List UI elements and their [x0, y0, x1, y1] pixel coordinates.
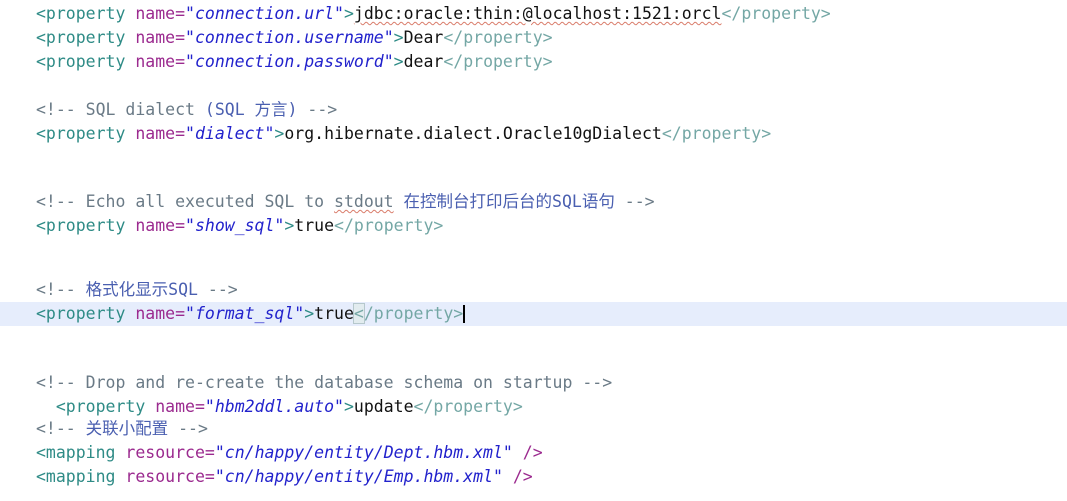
xml-gt: >	[393, 28, 404, 47]
xml-close-tag: /property>	[363, 304, 464, 323]
xml-attribute-name: resource=	[125, 467, 215, 486]
xml-attribute-name: name=	[135, 124, 186, 143]
spellcheck-word: stdout	[334, 192, 394, 211]
xml-gt: >	[393, 52, 404, 71]
xml-close-tag: </property>	[413, 397, 523, 416]
xml-attribute-name: name=	[135, 4, 186, 23]
xml-attribute-value: "show_sql"	[185, 216, 285, 235]
code-line[interactable]: <property name="hbm2ddl.auto">update</pr…	[0, 395, 1067, 419]
xml-open-tag: <property	[36, 52, 126, 71]
code-line[interactable]: <property name="dialect">org.hibernate.d…	[0, 122, 1067, 146]
code-line[interactable]: <property name="connection.url">jdbc:ora…	[0, 2, 1067, 26]
xml-comment-cjk: 在控制台打印后台的SQL语句	[393, 192, 615, 211]
xml-comment-open: <!-- Drop and re-create the database sch…	[36, 373, 613, 392]
xml-attribute-value: "connection.password"	[185, 52, 394, 71]
xml-gt: >	[284, 216, 295, 235]
xml-attribute-value: "connection.url"	[185, 4, 344, 23]
xml-comment-cjk: 格式化显示SQL	[85, 280, 198, 299]
xml-element-text: update	[353, 397, 414, 416]
code-line[interactable]: <!-- 格式化显示SQL -->	[0, 278, 1067, 302]
xml-attribute-name: name=	[155, 397, 205, 416]
code-line[interactable]: <property name="connection.username">Dea…	[0, 26, 1067, 50]
code-line[interactable]: <!-- Drop and re-create the database sch…	[0, 371, 1067, 395]
xml-gt: >	[304, 304, 315, 323]
current-code-line[interactable]: <property name="format_sql">true</proper…	[0, 302, 1067, 326]
xml-self-close: />	[512, 443, 543, 462]
bracket-match-highlight: <	[352, 303, 365, 324]
code-line-blank[interactable]	[0, 146, 1067, 170]
xml-attribute-name: name=	[135, 52, 186, 71]
xml-element-text: jdbc:oracle:thin:@localhost:1521:orcl	[353, 4, 722, 23]
xml-comment-close: -->	[614, 192, 655, 211]
xml-element-text: org.hibernate.dialect.Oracle10gDialect	[284, 124, 662, 143]
xml-comment-cjk: (SQL 方言)	[204, 100, 298, 119]
xml-attribute-value: "hbm2ddl.auto"	[204, 397, 344, 416]
xml-close-tag: </property>	[721, 4, 831, 23]
xml-comment-open: <!--	[36, 419, 86, 438]
xml-comment-open: <!--	[36, 280, 86, 299]
code-line[interactable]: <property name="connection.password">dea…	[0, 50, 1067, 74]
xml-open-tag: <property	[55, 397, 146, 416]
xml-comment-open: <!-- Echo all executed SQL to	[36, 192, 335, 211]
xml-open-tag: <mapping	[36, 467, 116, 486]
xml-gt: >	[274, 124, 285, 143]
xml-attribute-value: "connection.username"	[185, 28, 394, 47]
xml-gt: >	[343, 397, 354, 416]
xml-comment-close: -->	[197, 280, 238, 299]
xml-self-close: />	[502, 467, 533, 486]
xml-open-tag: <property	[36, 216, 126, 235]
xml-attribute-name: name=	[135, 216, 186, 235]
xml-open-tag: <property	[36, 124, 126, 143]
xml-open-tag: <property	[36, 28, 126, 47]
xml-element-text: Dear	[403, 28, 444, 47]
code-line[interactable]: <property name="show_sql">true</property…	[0, 214, 1067, 238]
xml-close-tag: </property>	[443, 52, 553, 71]
xml-comment-open: <!-- SQL dialect	[36, 100, 205, 119]
xml-comment-close: -->	[297, 100, 338, 119]
xml-close-tag: </property>	[661, 124, 772, 143]
xml-element-text: true	[294, 216, 335, 235]
xml-element-text: dear	[403, 52, 444, 71]
code-line-blank[interactable]	[0, 74, 1067, 98]
xml-open-tag: <mapping	[36, 443, 116, 462]
text-caret	[463, 305, 466, 323]
code-line[interactable]: <mapping resource="cn/happy/entity/Dept.…	[0, 441, 1067, 465]
xml-attribute-value: "cn/happy/entity/Emp.hbm.xml"	[214, 467, 503, 486]
xml-attribute-name: name=	[135, 28, 186, 47]
xml-open-tag: <property	[36, 304, 126, 323]
xml-attribute-value: "cn/happy/entity/Dept.hbm.xml"	[214, 443, 513, 462]
code-line[interactable]: <!-- 关联小配置 -->	[0, 417, 1067, 441]
code-line-blank[interactable]	[0, 256, 1067, 280]
code-line-blank[interactable]	[0, 326, 1067, 350]
xml-close-tag: </property>	[443, 28, 553, 47]
xml-attribute-value: "dialect"	[185, 124, 275, 143]
xml-open-tag: <property	[36, 4, 126, 23]
code-editor[interactable]: " <property name="connection.url">jdbc:o…	[0, 0, 1067, 501]
code-line[interactable]: <mapping resource="cn/happy/entity/Emp.h…	[0, 465, 1067, 489]
code-line[interactable]: <!-- SQL dialect (SQL 方言) -->	[0, 98, 1067, 122]
xml-attribute-name: name=	[135, 304, 186, 323]
xml-element-text: true	[314, 304, 354, 323]
xml-comment-close: -->	[168, 419, 208, 438]
xml-attribute-value: "format_sql"	[185, 304, 305, 323]
code-line[interactable]: <!-- Echo all executed SQL to stdout 在控制…	[0, 190, 1067, 214]
xml-gt: >	[343, 4, 354, 23]
xml-comment-cjk: 关联小配置	[85, 419, 169, 438]
xml-close-tag: </property>	[334, 216, 444, 235]
xml-attribute-name: resource=	[125, 443, 215, 462]
